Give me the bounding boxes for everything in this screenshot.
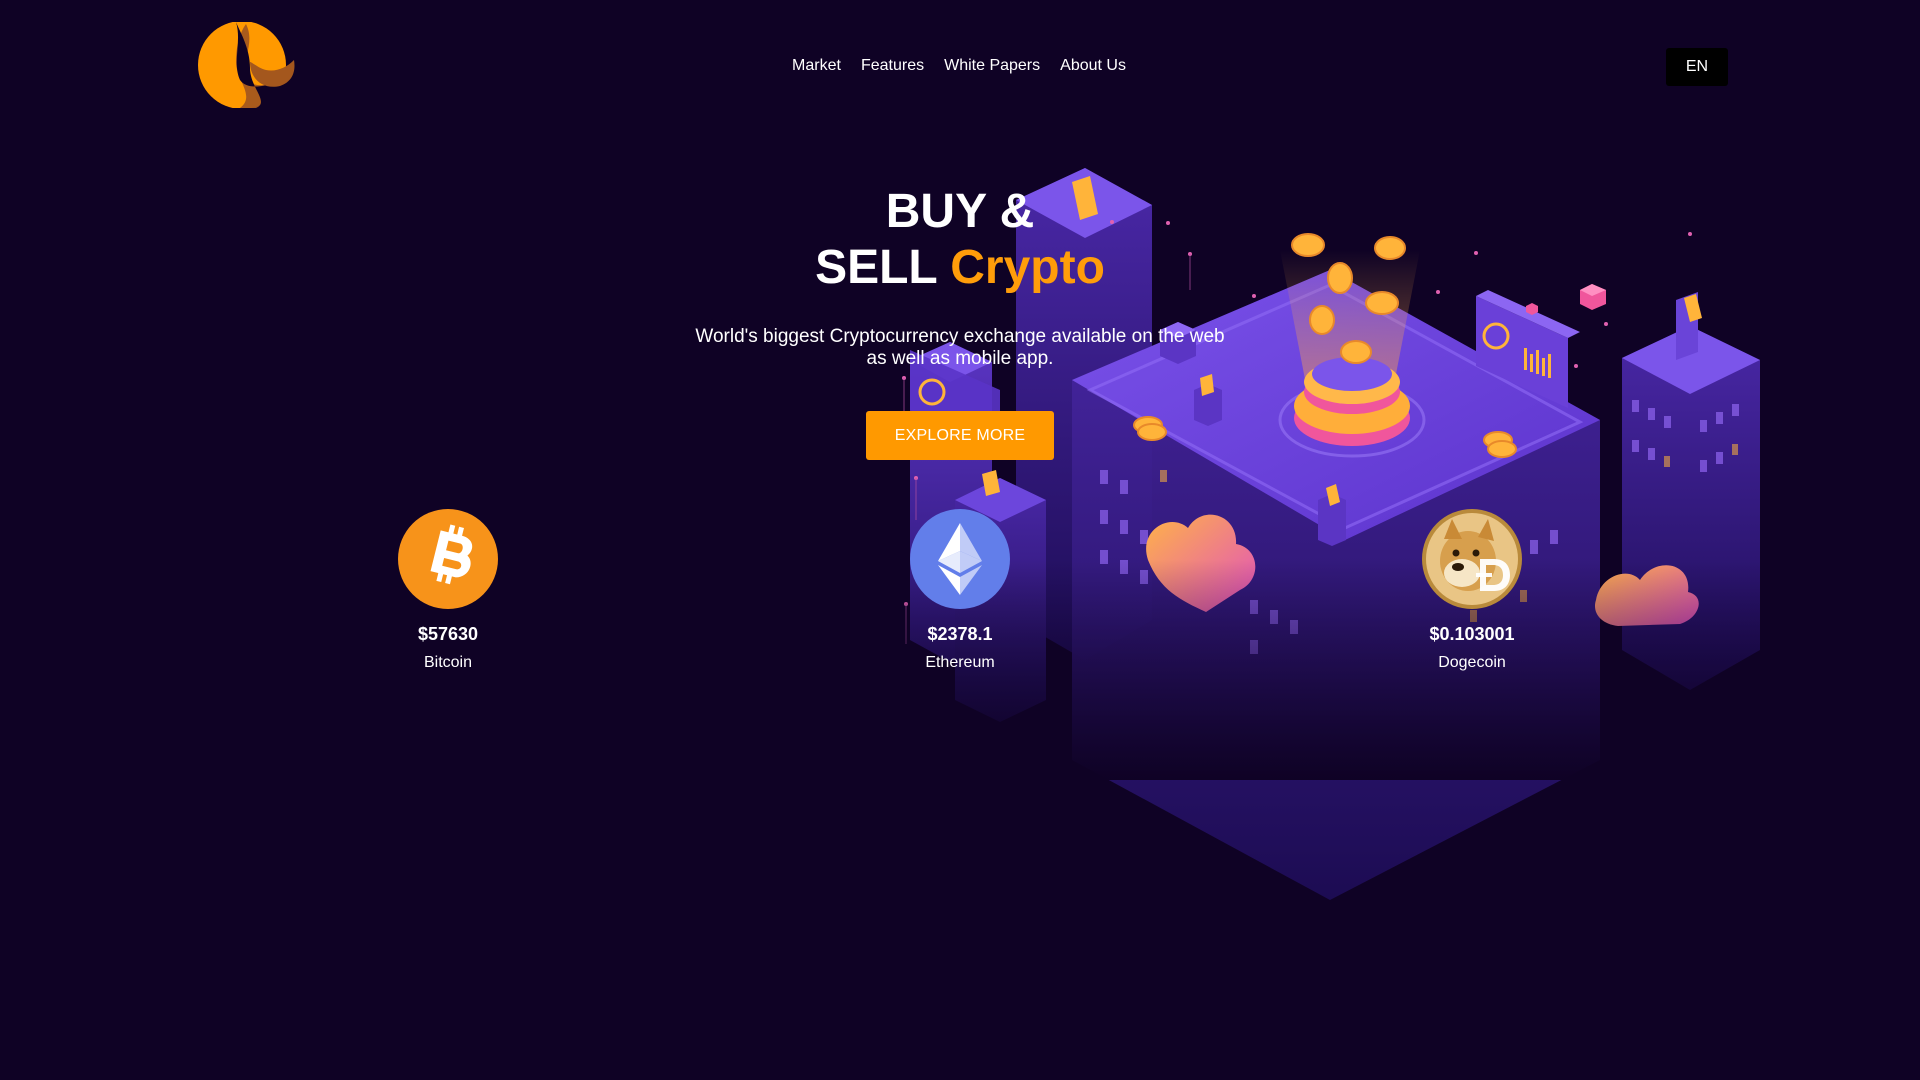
explore-more-button[interactable]: EXPLORE MORE <box>866 411 1054 460</box>
coin-price: $0.103001 <box>1429 624 1515 644</box>
bitcoin-icon <box>398 509 498 609</box>
hero-title-line2-prefix: SELL <box>815 241 937 294</box>
coin-card-bitcoin[interactable]: $57630 Bitcoin <box>348 509 548 673</box>
dogecoin-icon <box>1422 509 1522 609</box>
coin-name: Bitcoin <box>423 654 473 671</box>
ethereum-icon <box>910 509 1010 609</box>
main-nav: Market Features White Papers About Us <box>0 56 1920 76</box>
nav-link-features[interactable]: Features <box>861 56 924 76</box>
coin-price: $2378.1 <box>927 624 993 644</box>
coin-name: Ethereum <box>925 654 995 671</box>
hero-title: BUY & SELL Crypto <box>0 184 1920 296</box>
coin-card-ethereum[interactable]: $2378.1 Ethereum <box>860 509 1060 673</box>
hero-title-line1: BUY & <box>885 185 1035 238</box>
nav-link-about-us[interactable]: About Us <box>1060 56 1126 76</box>
language-button[interactable]: EN <box>1666 48 1728 86</box>
nav-link-white-papers[interactable]: White Papers <box>944 56 1040 76</box>
coin-price: $57630 <box>417 624 479 644</box>
landing-page: Market Features White Papers About Us EN… <box>0 0 1920 1080</box>
coin-card-dogecoin[interactable]: $0.103001 Dogecoin <box>1372 509 1572 673</box>
hero-subtitle: World's biggest Cryptocurrency exchange … <box>695 326 1225 369</box>
hero-title-accent: Crypto <box>950 241 1105 294</box>
nav-link-market[interactable]: Market <box>792 56 841 76</box>
coin-name: Dogecoin <box>1438 654 1506 671</box>
